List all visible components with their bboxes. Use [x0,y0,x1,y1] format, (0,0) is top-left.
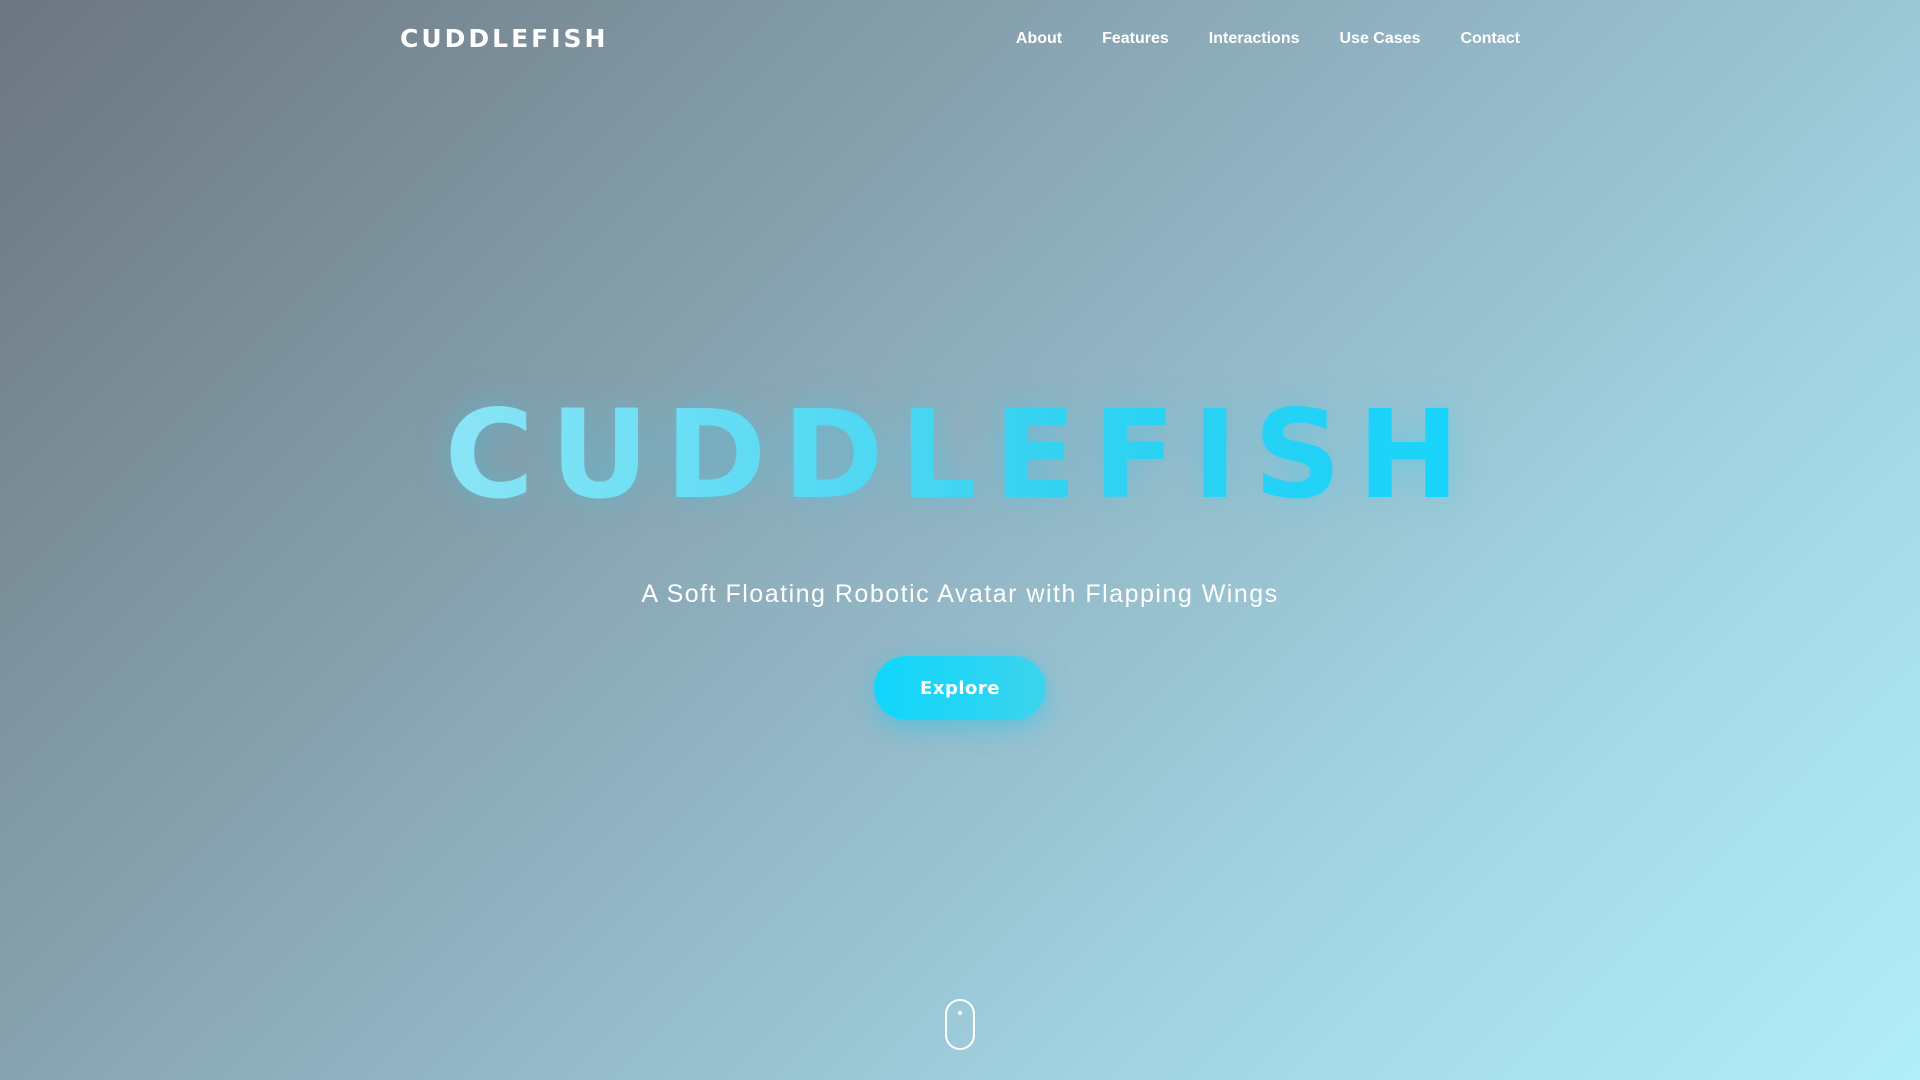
nav-links: About Features Interactions Use Cases Co… [1016,30,1520,48]
brand-logo[interactable]: CUDDLEFISH [400,24,608,53]
hero-subtitle: A Soft Floating Robotic Avatar with Flap… [641,580,1279,608]
nav-link-features[interactable]: Features [1102,30,1169,48]
nav-link-about[interactable]: About [1016,30,1062,48]
top-navigation: CUDDLEFISH About Features Interactions U… [0,0,1920,80]
hero-title: CUDDLEFISH [0,390,1920,520]
nav-link-use-cases[interactable]: Use Cases [1339,30,1420,48]
scroll-wheel-dot [958,1011,962,1015]
explore-button[interactable]: Explore [874,656,1046,720]
nav-link-interactions[interactable]: Interactions [1209,30,1300,48]
mouse-scroll-icon[interactable] [945,999,975,1050]
nav-link-contact[interactable]: Contact [1460,30,1520,48]
